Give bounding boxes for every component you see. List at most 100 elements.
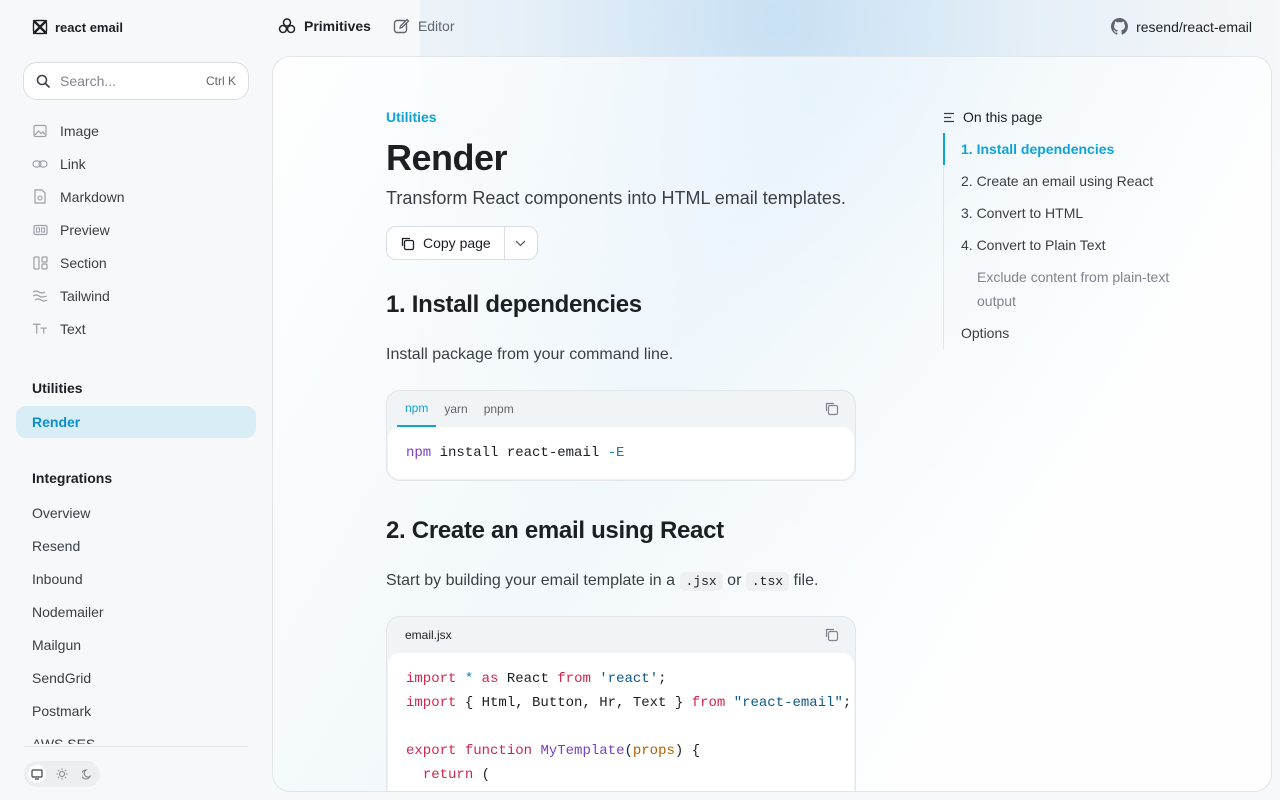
copy-code-icon[interactable] bbox=[824, 627, 839, 647]
sidebar-item-label: Render bbox=[32, 414, 81, 430]
copy-page-button[interactable]: Copy page bbox=[387, 227, 505, 259]
sidebar-item-inbound[interactable]: Inbound bbox=[16, 562, 256, 595]
list-icon bbox=[944, 112, 954, 122]
text-icon bbox=[32, 321, 48, 337]
sidebar-group-utilities: Utilities bbox=[32, 380, 83, 396]
page-subtitle: Transform React components into HTML ema… bbox=[386, 188, 846, 208]
sidebar-item-label: Image bbox=[60, 122, 99, 139]
nav-primitives-label: Primitives bbox=[304, 18, 371, 34]
email-template-code: import * as React from 'react'; import {… bbox=[388, 653, 854, 791]
github-repo-link[interactable]: resend/react-email bbox=[1111, 18, 1252, 35]
toc-list: 1. Install dependencies 2. Create an ema… bbox=[943, 133, 1203, 349]
dark-theme-icon[interactable] bbox=[78, 765, 96, 783]
copy-code-icon[interactable] bbox=[824, 401, 839, 421]
create-email-description: Start by building your email template in… bbox=[386, 572, 819, 591]
copy-page-group: Copy page bbox=[386, 226, 538, 260]
sidebar-item-resend[interactable]: Resend bbox=[16, 529, 256, 562]
page-title: Render bbox=[386, 137, 508, 178]
table-of-contents: On this page 1. Install dependencies 2. … bbox=[943, 109, 1203, 349]
toc-item-create-email[interactable]: 2. Create an email using React bbox=[944, 165, 1203, 197]
sidebar-item-render[interactable]: Render bbox=[16, 406, 256, 438]
code-token: install react-email bbox=[431, 445, 608, 461]
sidebar-item-label: Tailwind bbox=[60, 287, 110, 304]
top-nav: Primitives Editor bbox=[278, 17, 455, 35]
sidebar-item-tailwind[interactable]: Tailwind bbox=[16, 279, 256, 312]
toc-heading: On this page bbox=[943, 109, 1203, 125]
brand-logo[interactable]: react email bbox=[32, 19, 123, 35]
section-heading-create-email: 2. Create an email using React bbox=[386, 517, 724, 544]
copy-options-button[interactable] bbox=[505, 227, 537, 259]
search-shortcut: Ctrl K bbox=[206, 74, 236, 88]
inline-code-jsx: .jsx bbox=[679, 572, 723, 591]
toc-item-install[interactable]: 1. Install dependencies bbox=[943, 133, 1203, 165]
top-bar: react email Primitives Editor resend/rea… bbox=[0, 0, 1280, 56]
sidebar-item-image[interactable]: Image bbox=[16, 114, 256, 147]
link-icon bbox=[32, 156, 48, 172]
sidebar: Ctrl K Image Link Markdown Preview Secti… bbox=[0, 56, 272, 800]
github-icon bbox=[1111, 18, 1129, 35]
sidebar-item-aws-ses[interactable]: AWS SES bbox=[16, 727, 256, 745]
tab-yarn[interactable]: yarn bbox=[436, 391, 475, 427]
sidebar-item-overview[interactable]: Overview bbox=[16, 496, 256, 529]
sidebar-item-label: Preview bbox=[60, 221, 110, 238]
sidebar-item-label: Mailgun bbox=[32, 636, 82, 653]
brand-name: react email bbox=[55, 19, 123, 35]
system-theme-icon[interactable] bbox=[27, 765, 46, 783]
sidebar-nav: Image Link Markdown Preview Section Tail… bbox=[16, 114, 256, 744]
toc-item-convert-html[interactable]: 3. Convert to HTML bbox=[944, 197, 1203, 229]
search-input[interactable] bbox=[60, 73, 196, 89]
sidebar-item-label: Nodemailer bbox=[32, 603, 104, 620]
edit-icon bbox=[393, 18, 410, 33]
sidebar-item-mailgun[interactable]: Mailgun bbox=[16, 628, 256, 661]
install-code-block: npm yarn pnpm npm install react-email -E bbox=[386, 390, 856, 481]
inline-code-tsx: .tsx bbox=[745, 572, 790, 591]
search-box[interactable]: Ctrl K bbox=[23, 62, 249, 100]
install-command: npm install react-email -E bbox=[388, 427, 854, 479]
sidebar-item-section[interactable]: Section bbox=[16, 246, 256, 279]
sidebar-item-label: SendGrid bbox=[32, 669, 92, 686]
email-code-block: email.jsx import * as React from 'react'… bbox=[386, 616, 856, 791]
nav-editor[interactable]: Editor bbox=[393, 17, 455, 35]
sidebar-item-link[interactable]: Link bbox=[16, 147, 256, 180]
install-description: Install package from your command line. bbox=[386, 346, 674, 363]
toc-item-options[interactable]: Options bbox=[944, 317, 1203, 349]
tailwind-icon bbox=[32, 288, 48, 304]
package-manager-tabs: npm yarn pnpm bbox=[387, 391, 855, 427]
section-heading-install: 1. Install dependencies bbox=[386, 291, 642, 318]
sidebar-group-integrations: Integrations bbox=[32, 470, 113, 486]
main-panel: Utilities Render Transform React compone… bbox=[272, 56, 1272, 792]
preview-icon bbox=[32, 222, 48, 238]
code-filename: email.jsx bbox=[405, 628, 452, 642]
sidebar-item-label: AWS SES bbox=[32, 735, 96, 745]
toc-item-convert-plain-text[interactable]: 4. Convert to Plain Text bbox=[944, 229, 1203, 261]
copy-page-label: Copy page bbox=[423, 235, 491, 251]
toc-item-exclude-content[interactable]: Exclude content from plain-text output bbox=[944, 261, 1194, 317]
light-theme-icon[interactable] bbox=[53, 765, 71, 783]
sidebar-item-label: Inbound bbox=[32, 570, 83, 587]
section-icon bbox=[32, 255, 48, 271]
text-segment: file. bbox=[793, 572, 819, 589]
markdown-icon bbox=[32, 189, 48, 205]
sidebar-item-text[interactable]: Text bbox=[16, 312, 256, 345]
toc-heading-label: On this page bbox=[963, 109, 1043, 125]
search-icon bbox=[36, 74, 50, 88]
sidebar-item-label: Overview bbox=[32, 504, 91, 521]
sidebar-item-sendgrid[interactable]: SendGrid bbox=[16, 661, 256, 694]
sidebar-item-nodemailer[interactable]: Nodemailer bbox=[16, 595, 256, 628]
tab-pnpm[interactable]: pnpm bbox=[476, 391, 522, 427]
nav-primitives[interactable]: Primitives bbox=[278, 17, 371, 35]
copy-icon bbox=[401, 237, 415, 250]
sidebar-item-preview[interactable]: Preview bbox=[16, 213, 256, 246]
breadcrumb[interactable]: Utilities bbox=[386, 109, 437, 125]
tab-npm[interactable]: npm bbox=[397, 391, 437, 427]
text-segment: or bbox=[727, 572, 742, 589]
react-email-logo-icon bbox=[32, 19, 48, 35]
sidebar-item-label: Markdown bbox=[60, 188, 125, 205]
primitives-icon bbox=[278, 18, 296, 34]
theme-switcher bbox=[24, 761, 100, 787]
sidebar-item-postmark[interactable]: Postmark bbox=[16, 694, 256, 727]
sidebar-item-label: Section bbox=[60, 254, 107, 271]
sidebar-item-label: Resend bbox=[32, 537, 81, 554]
sidebar-item-markdown[interactable]: Markdown bbox=[16, 180, 256, 213]
sidebar-item-label: Postmark bbox=[32, 702, 92, 719]
